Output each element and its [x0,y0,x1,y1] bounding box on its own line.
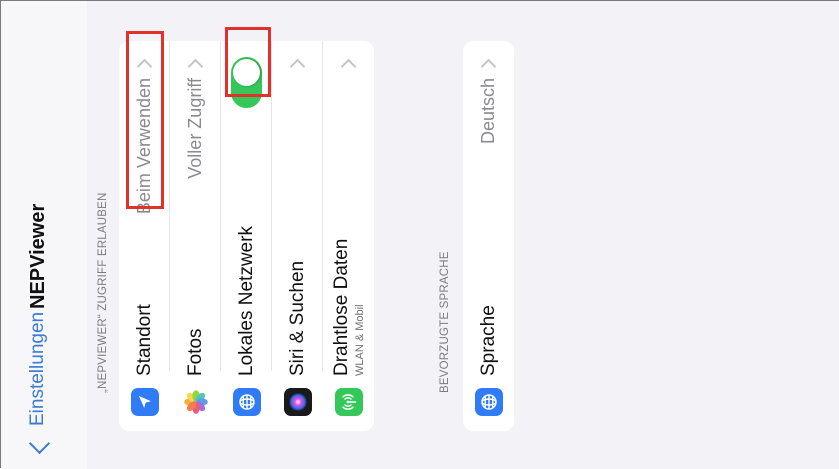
toggle-knob [233,59,260,86]
section-header-permissions: „NEPVIEWER“ ZUGRIFF ERLAUBEN [97,192,109,393]
row-label: Lokales Netzwerk [235,226,257,376]
row-fotos[interactable]: Fotos Voller Zugriff [170,41,221,431]
row-value: Beim Verwenden [134,78,154,215]
row-label: Standort [133,304,155,376]
navigation-bar: Einstellungen NEPViewer [1,1,87,469]
globe-icon [232,388,261,416]
row-value: Voller Zugriff [185,78,205,179]
location-arrow-icon [130,388,159,416]
row-standort[interactable]: Standort Beim Verwenden [119,41,170,431]
antenna-icon [334,388,363,416]
local-network-toggle[interactable] [231,57,262,108]
chevron-right-icon [480,58,497,75]
settings-screen: Einstellungen NEPViewer „NEPVIEWER“ ZUGR… [1,1,839,469]
row-lokales-netzwerk: Lokales Netzwerk [221,41,272,431]
row-sublabel: WLAN & Mobil [354,304,366,376]
permissions-group: Standort Beim Verwenden Fotos Voller Zug… [119,41,374,431]
row-siri-suchen[interactable]: Siri & Suchen [272,41,323,431]
language-group: Sprache Deutsch [463,41,514,431]
photos-icon [181,388,210,416]
row-value: Deutsch [478,78,498,145]
back-button-label: Einstellungen [27,311,48,426]
page-title: NEPViewer [27,203,49,309]
siri-icon [283,388,312,416]
row-label: Fotos [184,328,206,376]
row-label: Drahtlose Daten [331,238,352,376]
chevron-right-icon [136,58,153,75]
section-header-language: BEVORZUGTE SPRACHE [439,251,451,393]
chevron-left-icon [28,432,50,455]
globe-icon [474,388,503,416]
back-button[interactable]: Einstellungen [27,311,50,455]
row-drahtlose-daten[interactable]: Drahtlose Daten WLAN & Mobil [323,41,374,431]
chevron-right-icon [187,58,204,75]
row-label: Siri & Suchen [286,260,308,376]
row-sprache[interactable]: Sprache Deutsch [463,41,514,431]
row-label: Sprache [477,305,499,376]
screenshot-frame: Einstellungen NEPViewer „NEPVIEWER“ ZUGR… [0,0,839,469]
